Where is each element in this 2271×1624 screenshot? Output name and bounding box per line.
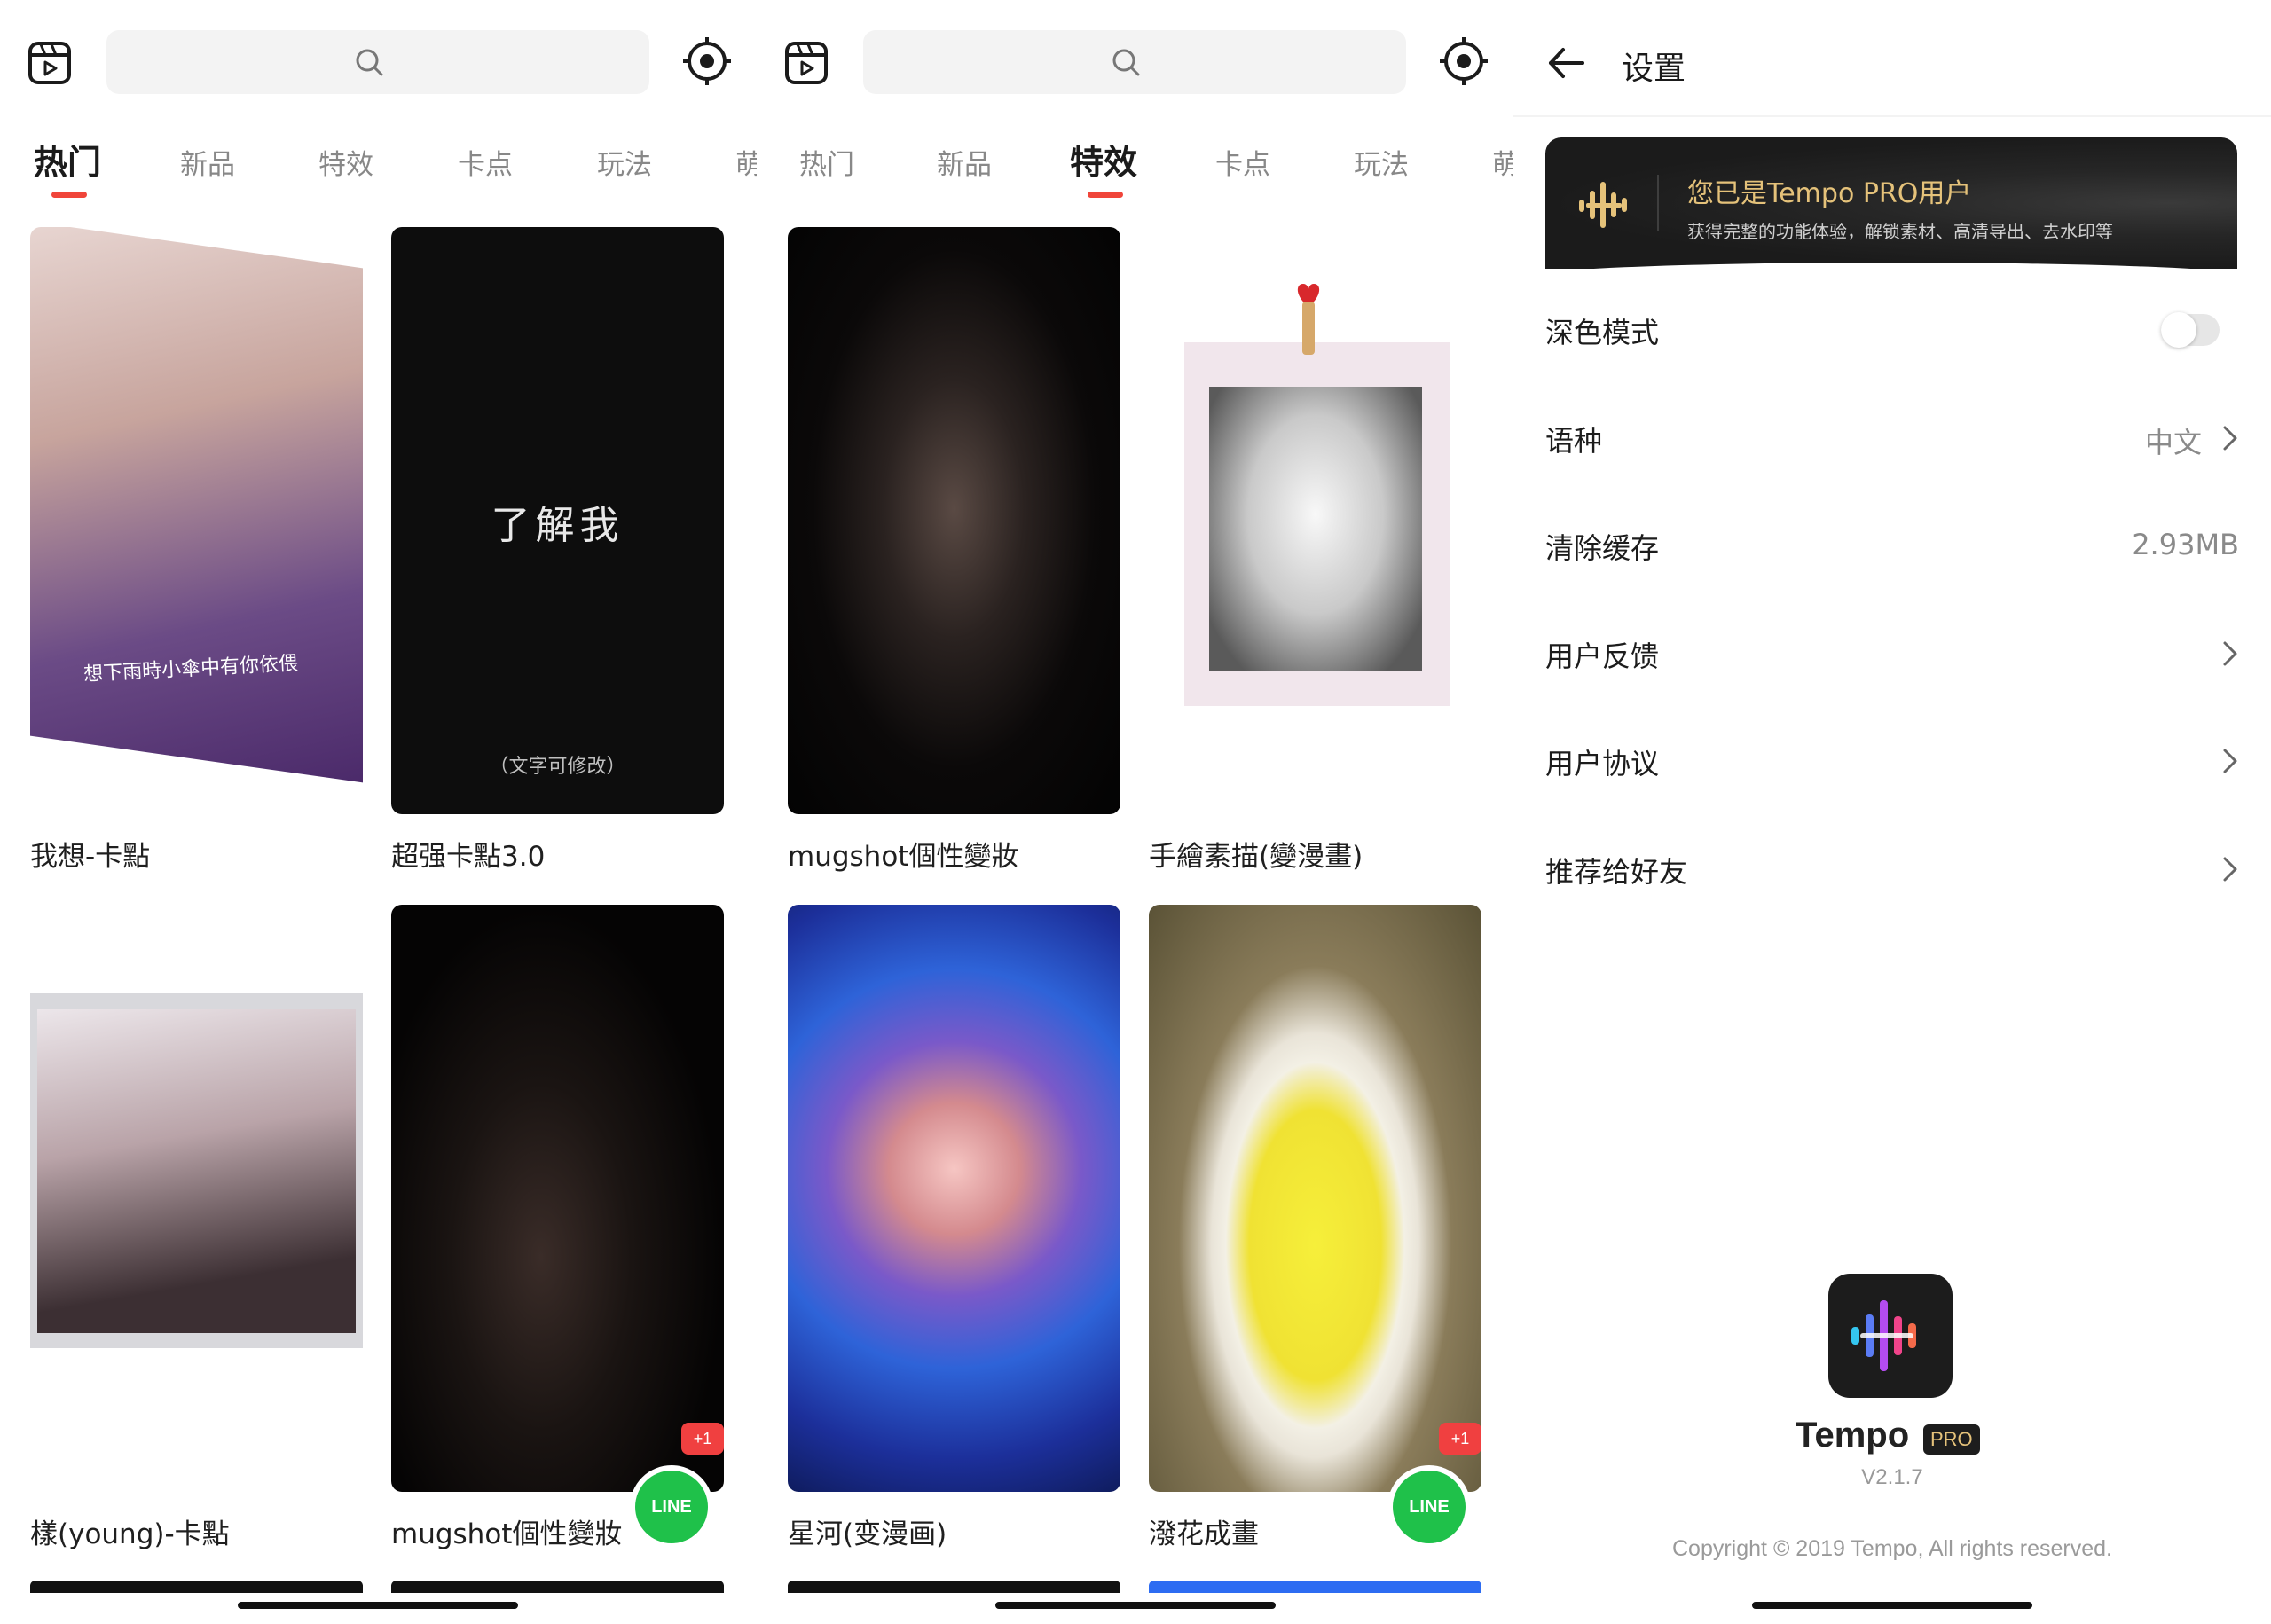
- category-tabs: 热门 新品 特效 卡点 玩法 萌: [0, 124, 757, 204]
- tempo-logo-icon: [1851, 1300, 1916, 1371]
- thumbnail-title-text: 了解我: [491, 503, 625, 548]
- feedback-row[interactable]: 用户反馈: [1513, 599, 2271, 705]
- sketch-photo: [1184, 342, 1450, 706]
- template-title: 手繪素描(變漫畫): [1149, 841, 1363, 873]
- row-label: 语种: [1545, 424, 1603, 458]
- line-share-label: LINE: [1393, 1471, 1466, 1543]
- row-label: 用户协议: [1545, 747, 1660, 781]
- chevron-right-icon: [2223, 749, 2237, 773]
- chevron-right-icon: [2223, 641, 2237, 666]
- app-version: V2.1.7: [1861, 1465, 1923, 1489]
- row-label: 深色模式: [1545, 316, 1660, 349]
- portrait-photo: [30, 993, 363, 1348]
- template-thumbnail: [30, 905, 363, 1492]
- tab-beat[interactable]: 卡点: [1215, 142, 1270, 182]
- chevron-right-icon: [2223, 426, 2237, 451]
- dark-mode-toggle[interactable]: [2161, 312, 2220, 348]
- template-thumbnail: [1149, 227, 1481, 814]
- language-value: 中文: [2144, 426, 2202, 459]
- template-thumbnail: [788, 227, 1120, 814]
- pro-member-banner[interactable]: 您已是Tempo PRO用户 获得完整的功能体验，解锁素材、高清导出、去水印等: [1545, 137, 2237, 269]
- copyright-text: Copyright © 2019 Tempo, All rights reser…: [1672, 1536, 2112, 1561]
- top-bar: [757, 27, 1513, 98]
- settings-gear-icon[interactable]: [681, 35, 733, 87]
- sound-wave-icon: [1579, 182, 1627, 228]
- template-title: mugshot個性變妝: [391, 1518, 623, 1550]
- top-bar: [0, 27, 757, 98]
- back-arrow-icon[interactable]: [1545, 43, 1586, 83]
- tab-hot[interactable]: 热门: [799, 142, 854, 182]
- tab-cute[interactable]: 萌: [735, 142, 757, 182]
- cache-size-value: 2.93MB: [2132, 528, 2239, 561]
- template-thumbnail: [391, 905, 724, 1492]
- thumbnail-note-text: （文字可修改）: [489, 756, 626, 778]
- row-label: 推荐给好友: [1545, 855, 1688, 889]
- tempo-app-logo: [1828, 1274, 1953, 1398]
- search-icon: [1112, 49, 1140, 76]
- next-card-edge: [788, 1581, 1120, 1593]
- language-row[interactable]: 语种 中文: [1513, 383, 2271, 490]
- dark-mode-row[interactable]: 深色模式: [1513, 275, 2271, 381]
- notification-badge: +1: [1439, 1423, 1481, 1455]
- tab-hot[interactable]: 热门: [34, 135, 101, 184]
- template-title: mugshot個性變妝: [788, 841, 1019, 873]
- video-library-icon[interactable]: [783, 40, 829, 86]
- home-screen-effects: 热门 新品 特效 卡点 玩法 萌 mugshot個性變妝 手繪素描(變漫畫) 星…: [757, 0, 1513, 1624]
- search-bar[interactable]: [863, 30, 1406, 94]
- tab-play[interactable]: 玩法: [1354, 142, 1409, 182]
- pro-tag: PRO: [1923, 1424, 1980, 1455]
- template-title: 超强卡點3.0: [391, 841, 546, 873]
- settings-header: 设置: [1513, 27, 2271, 115]
- pro-status-subtitle: 获得完整的功能体验，解锁素材、高清导出、去水印等: [1687, 221, 2113, 242]
- template-title: 星河(变漫画): [788, 1518, 947, 1550]
- tab-effects[interactable]: 特效: [318, 142, 373, 182]
- tab-play[interactable]: 玩法: [597, 142, 652, 182]
- template-title: 樣(young)-卡點: [30, 1518, 230, 1550]
- template-title: 潑花成畫: [1149, 1518, 1259, 1550]
- template-title: 我想-卡點: [30, 841, 151, 873]
- home-indicator[interactable]: [1752, 1602, 2032, 1609]
- search-icon: [356, 49, 383, 76]
- tab-new[interactable]: 新品: [937, 142, 992, 182]
- pro-status-title: 您已是Tempo PRO用户: [1687, 178, 1972, 209]
- user-agreement-row[interactable]: 用户协议: [1513, 706, 2271, 812]
- clothespin-icon: [1297, 284, 1320, 355]
- template-thumbnail: 想下雨時小傘中有你依偎: [30, 227, 363, 814]
- tab-cute[interactable]: 萌: [1492, 142, 1513, 182]
- active-tab-indicator: [1088, 192, 1123, 198]
- home-indicator[interactable]: [995, 1602, 1276, 1609]
- template-thumbnail: 了解我 （文字可修改）: [391, 227, 724, 814]
- chevron-right-icon: [2223, 857, 2237, 882]
- divider: [1513, 115, 2271, 117]
- active-tab-indicator: [51, 192, 87, 198]
- home-screen-hot: 热门 新品 特效 卡点 玩法 萌 想下雨時小傘中有你依偎 我想-卡點 了解我 （…: [0, 0, 757, 1624]
- template-thumbnail: [1149, 905, 1481, 1492]
- next-card-edge: [391, 1581, 724, 1593]
- category-tabs: 热门 新品 特效 卡点 玩法 萌: [757, 124, 1513, 204]
- page-title: 设置: [1622, 51, 1686, 87]
- line-share-label: LINE: [635, 1471, 708, 1543]
- video-library-icon[interactable]: [27, 40, 73, 86]
- recommend-friend-row[interactable]: 推荐给好友: [1513, 814, 2271, 921]
- tab-effects[interactable]: 特效: [1070, 135, 1137, 184]
- notification-badge: +1: [681, 1423, 724, 1455]
- settings-screen: 设置 您已是Tempo PRO用户 获得完整的功能体验，解锁素材、高清导出、去水…: [1513, 0, 2271, 1624]
- tab-new[interactable]: 新品: [180, 142, 235, 182]
- next-card-edge: [1149, 1581, 1481, 1593]
- brand-name: Tempo: [1796, 1416, 1910, 1455]
- row-label: 清除缓存: [1545, 531, 1660, 565]
- toggle-knob: [2161, 312, 2196, 348]
- tab-beat[interactable]: 卡点: [458, 142, 513, 182]
- settings-gear-icon[interactable]: [1438, 35, 1489, 87]
- portrait-photo: [30, 227, 363, 783]
- line-share-button[interactable]: LINE: [630, 1465, 713, 1549]
- home-indicator[interactable]: [238, 1602, 518, 1609]
- clear-cache-row[interactable]: 清除缓存 2.93MB: [1513, 490, 2271, 597]
- next-card-edge: [30, 1581, 363, 1593]
- row-label: 用户反馈: [1545, 639, 1660, 673]
- template-thumbnail: [788, 905, 1120, 1492]
- search-bar[interactable]: [106, 30, 649, 94]
- banner-divider: [1657, 175, 1659, 231]
- line-share-button[interactable]: LINE: [1387, 1465, 1471, 1549]
